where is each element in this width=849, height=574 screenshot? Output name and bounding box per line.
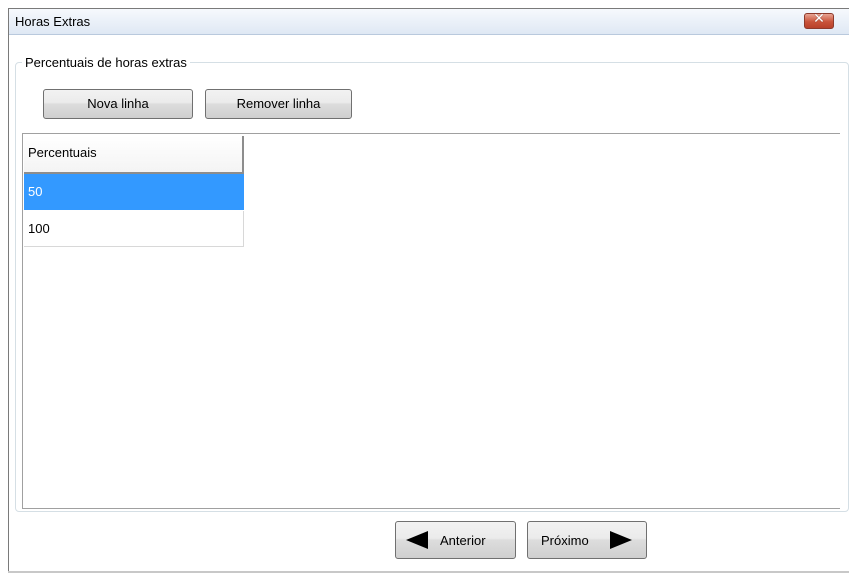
anterior-button[interactable]: Anterior — [395, 521, 516, 559]
table-row[interactable]: 100 — [24, 211, 244, 247]
window-title: Horas Extras — [15, 14, 91, 29]
remover-linha-button[interactable]: Remover linha — [205, 89, 352, 119]
column-header-percentuais[interactable]: Percentuais — [24, 136, 244, 174]
proximo-label: Próximo — [541, 533, 589, 548]
table-row[interactable]: 50 — [24, 174, 244, 210]
close-icon: ✕ — [813, 11, 825, 27]
arrow-left-icon — [406, 531, 428, 549]
title-bar: Horas Extras ✕ — [9, 9, 849, 35]
groupbox-legend: Percentuais de horas extras — [22, 55, 190, 70]
anterior-label: Anterior — [440, 533, 486, 548]
proximo-button[interactable]: Próximo — [527, 521, 647, 559]
arrow-right-icon — [610, 531, 632, 549]
close-button[interactable]: ✕ — [804, 11, 834, 29]
nova-linha-button[interactable]: Nova linha — [43, 89, 193, 119]
